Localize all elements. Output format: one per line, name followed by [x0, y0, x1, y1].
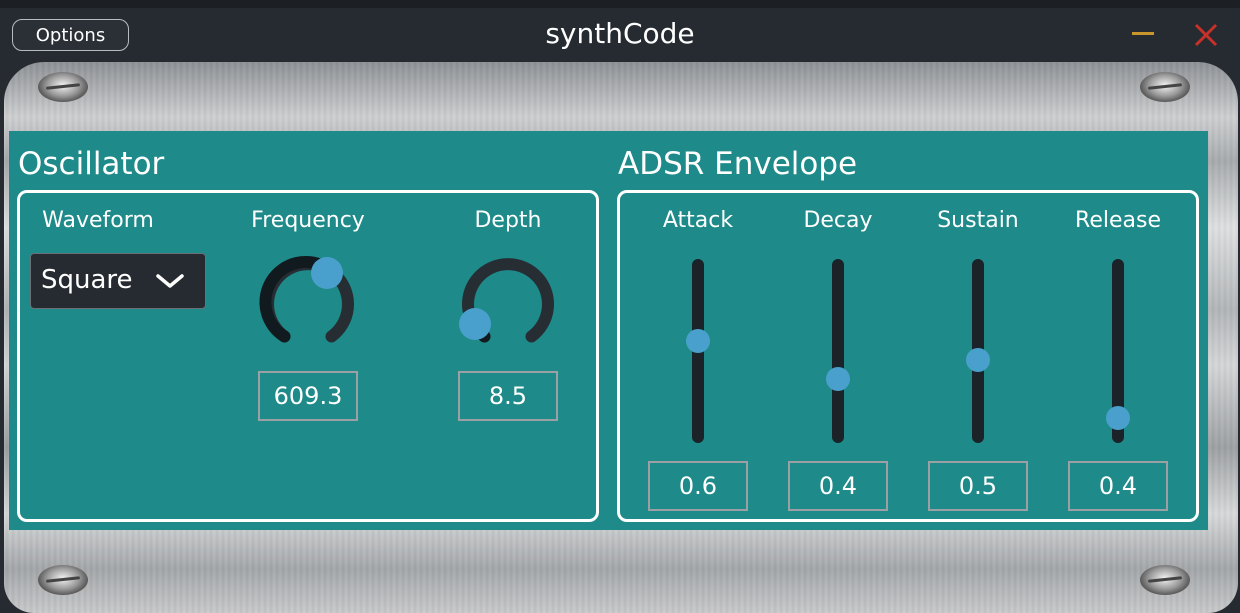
screw-top-left	[38, 72, 88, 102]
decay-thumb[interactable]	[826, 367, 850, 391]
close-icon[interactable]	[1192, 21, 1220, 49]
decay-track	[832, 259, 844, 443]
attack-slider[interactable]	[678, 259, 718, 449]
screw-bottom-right	[1140, 565, 1190, 595]
adsr-title: ADSR Envelope	[618, 146, 858, 182]
frequency-value[interactable]: 609.3	[258, 371, 358, 421]
waveform-selected: Square	[41, 265, 133, 295]
sustain-thumb[interactable]	[966, 348, 990, 372]
sustain-value[interactable]: 0.5	[928, 461, 1028, 511]
release-thumb[interactable]	[1106, 406, 1130, 430]
oscillator-box	[17, 190, 599, 522]
release-label: Release	[1075, 208, 1161, 233]
attack-value[interactable]: 0.6	[648, 461, 748, 511]
waveform-label: Waveform	[42, 208, 154, 233]
release-value[interactable]: 0.4	[1068, 461, 1168, 511]
attack-thumb[interactable]	[686, 329, 710, 353]
screw-top-right	[1140, 72, 1190, 102]
depth-value[interactable]: 8.5	[458, 371, 558, 421]
oscillator-title: Oscillator	[18, 146, 165, 182]
attack-label: Attack	[662, 208, 734, 233]
top-strip	[0, 0, 1240, 8]
depth-label: Depth	[474, 208, 542, 233]
frequency-knob[interactable]	[258, 253, 358, 353]
decay-slider[interactable]	[818, 259, 858, 449]
frequency-label: Frequency	[251, 208, 365, 233]
screw-bottom-left	[38, 565, 88, 595]
chevron-down-icon	[156, 274, 184, 288]
waveform-dropdown[interactable]: Square	[30, 253, 206, 309]
sustain-slider[interactable]	[958, 259, 998, 449]
decay-value[interactable]: 0.4	[788, 461, 888, 511]
release-slider[interactable]	[1098, 259, 1138, 449]
depth-knob[interactable]	[458, 253, 558, 353]
minimize-icon[interactable]	[1132, 32, 1154, 35]
title-bar: Options synthCode	[0, 8, 1240, 62]
decay-label: Decay	[803, 208, 873, 233]
sustain-label: Sustain	[937, 208, 1019, 233]
window-title: synthCode	[545, 17, 695, 50]
